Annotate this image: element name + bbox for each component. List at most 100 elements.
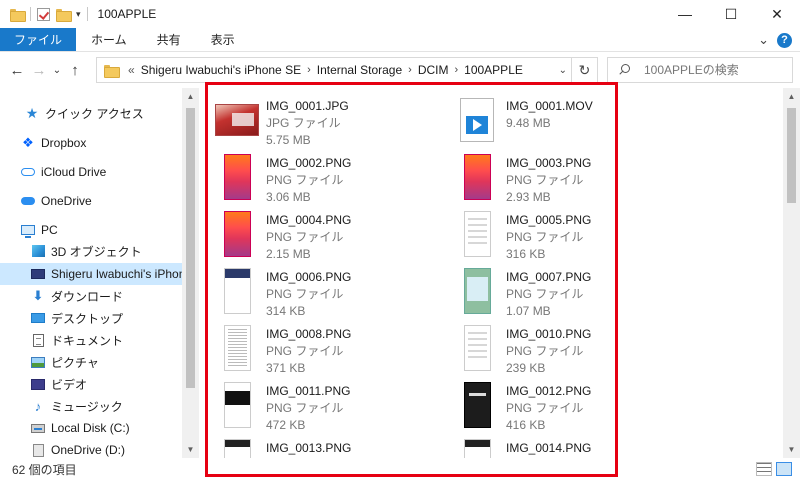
file-item[interactable]: IMG_0002.PNG PNG ファイル 3.06 MB <box>200 149 430 205</box>
file-item[interactable]: IMG_0014.PNG PNGファイル <box>440 434 670 458</box>
breadcrumb-separator[interactable]: › <box>454 64 458 76</box>
tab-view[interactable]: 表示 <box>196 28 250 51</box>
scrollbar-thumb[interactable] <box>186 108 195 388</box>
file-list: IMG_0001.JPG JPG ファイル 5.75 MB IMG_0001.M… <box>200 88 783 458</box>
scroll-down-arrow-icon[interactable]: ▼ <box>182 441 199 458</box>
back-button[interactable]: ← <box>6 62 28 79</box>
close-button[interactable]: ✕ <box>754 0 800 28</box>
file-type: PNG ファイル <box>506 173 584 187</box>
customize-toolbar-icon[interactable]: ▾ <box>76 9 81 20</box>
sidebar-item-documents[interactable]: ドキュメント <box>0 329 182 351</box>
forward-button[interactable]: → <box>28 62 50 79</box>
new-folder-icon[interactable] <box>56 8 72 22</box>
recent-locations-button[interactable]: ⌄ <box>50 65 64 76</box>
address-bar[interactable]: « Shigeru Iwabuchi's iPhone SE › Interna… <box>96 57 598 83</box>
file-type: PNG ファイル <box>266 230 344 244</box>
tab-file[interactable]: ファイル <box>0 28 77 51</box>
desktop-icon <box>30 311 46 325</box>
file-size: 3.06 MB <box>266 190 311 204</box>
up-button[interactable]: ↑ <box>64 62 86 79</box>
file-size: 371 KB <box>266 361 306 375</box>
sidebar-item-onedrive[interactable]: OneDrive <box>0 190 182 212</box>
file-type: JPG ファイル <box>266 116 341 130</box>
navigation-pane: ★ クイック アクセス ❖ Dropbox iCloud Drive OneDr… <box>0 88 182 458</box>
breadcrumb-separator[interactable]: › <box>307 64 311 76</box>
sidebar-item-videos[interactable]: ビデオ <box>0 373 182 395</box>
toolbar-separator <box>30 7 31 21</box>
file-name: IMG_0002.PNG <box>266 156 352 170</box>
sidebar-item-icloud-drive[interactable]: iCloud Drive <box>0 161 182 183</box>
onedrive-icon <box>20 194 36 208</box>
sidebar-item-pictures[interactable]: ピクチャ <box>0 351 182 373</box>
content-scrollbar[interactable]: ▲ ▼ <box>783 88 800 458</box>
file-type: PNG ファイル <box>266 173 344 187</box>
dropbox-icon: ❖ <box>22 135 34 150</box>
image-thumbnail <box>463 154 491 200</box>
music-icon: ♪ <box>34 398 42 414</box>
tiles-view-icon[interactable] <box>776 462 792 476</box>
expand-ribbon-icon[interactable]: ⌄ <box>758 32 769 48</box>
scroll-up-arrow-icon[interactable]: ▲ <box>783 88 800 105</box>
video-file-icon <box>460 98 494 142</box>
address-dropdown-button[interactable]: ⌄ <box>559 58 567 82</box>
file-item[interactable]: IMG_0012.PNG PNG ファイル 416 KB <box>440 377 670 433</box>
folder-icon <box>104 64 120 78</box>
sidebar-item-desktop[interactable]: デスクトップ <box>0 307 182 329</box>
search-box[interactable] <box>607 57 793 83</box>
sidebar-item-3d-objects[interactable]: 3D オブジェクト <box>0 240 182 262</box>
sidebar-item-label: 3D オブジェクト <box>51 244 142 259</box>
sidebar-item-quick-access[interactable]: ★ クイック アクセス <box>0 102 182 124</box>
sidebar-item-downloads[interactable]: ⬇ ダウンロード <box>0 285 182 307</box>
quick-access-toolbar: ▾ <box>0 0 88 28</box>
sidebar-item-onedrive-d[interactable]: OneDrive (D:) <box>0 439 182 458</box>
breadcrumb-100apple[interactable]: 100APPLE <box>464 63 523 77</box>
window-controls: — ☐ ✕ <box>662 0 800 28</box>
breadcrumb-separator[interactable]: › <box>408 64 412 76</box>
icloud-icon <box>20 165 36 179</box>
file-item[interactable]: IMG_0004.PNG PNG ファイル 2.15 MB <box>200 206 430 262</box>
breadcrumb-internal-storage[interactable]: Internal Storage <box>317 63 402 77</box>
file-item[interactable]: IMG_0011.PNG PNG ファイル 472 KB <box>200 377 430 433</box>
tab-share[interactable]: 共有 <box>142 28 196 51</box>
file-item[interactable]: IMG_0003.PNG PNG ファイル 2.93 MB <box>440 149 670 205</box>
sidebar-item-pc[interactable]: PC <box>0 219 182 241</box>
refresh-button[interactable]: ↻ <box>571 58 597 82</box>
breadcrumb-overflow[interactable]: « <box>128 63 135 77</box>
sidebar-item-label: Shigeru Iwabuchi's iPhone SE <box>51 267 182 281</box>
file-item[interactable]: IMG_0007.PNG PNG ファイル 1.07 MB <box>440 263 670 319</box>
iphone-icon <box>30 267 46 281</box>
view-switcher <box>756 462 792 476</box>
tab-home[interactable]: ホーム <box>76 28 142 51</box>
sidebar-item-iphone[interactable]: Shigeru Iwabuchi's iPhone SE <box>0 263 182 285</box>
scroll-down-arrow-icon[interactable]: ▼ <box>783 441 800 458</box>
file-type: PNG ファイル <box>506 230 584 244</box>
breadcrumb-dcim[interactable]: DCIM <box>418 63 449 77</box>
navigation-scrollbar[interactable]: ▲ ▼ <box>182 88 199 458</box>
properties-icon[interactable] <box>37 7 50 21</box>
breadcrumb-iphone[interactable]: Shigeru Iwabuchi's iPhone SE <box>141 63 301 77</box>
sidebar-item-local-disk[interactable]: Local Disk (C:) <box>0 417 182 439</box>
help-icon[interactable]: ? <box>777 32 792 48</box>
file-name: IMG_0004.PNG <box>266 213 352 227</box>
file-item[interactable]: IMG_0001.JPG JPG ファイル 5.75 MB <box>200 92 430 148</box>
file-item[interactable]: IMG_0006.PNG PNG ファイル 314 KB <box>200 263 430 319</box>
file-item[interactable]: IMG_0013.PNG PNGファイル <box>200 434 430 458</box>
title-bar: ▾ 100APPLE — ☐ ✕ <box>0 0 800 28</box>
file-name: IMG_0008.PNG <box>266 327 352 341</box>
file-item[interactable]: IMG_0001.MOV 9.48 MB <box>440 92 670 148</box>
file-name: IMG_0013.PNG <box>266 441 352 455</box>
sidebar-item-music[interactable]: ♪ ミュージック <box>0 395 182 417</box>
scrollbar-thumb[interactable] <box>787 108 796 203</box>
maximize-button[interactable]: ☐ <box>708 0 754 28</box>
ribbon-right: ⌄ ? <box>758 28 792 52</box>
details-view-icon[interactable] <box>756 462 772 476</box>
file-item[interactable]: IMG_0005.PNG PNG ファイル 316 KB <box>440 206 670 262</box>
file-item[interactable]: IMG_0010.PNG PNG ファイル 239 KB <box>440 320 670 376</box>
minimize-button[interactable]: — <box>662 0 708 28</box>
sidebar-item-dropbox[interactable]: ❖ Dropbox <box>0 132 182 154</box>
scroll-up-arrow-icon[interactable]: ▲ <box>182 88 199 105</box>
search-input[interactable] <box>644 63 784 77</box>
file-name: IMG_0003.PNG <box>506 156 592 170</box>
file-item[interactable]: IMG_0008.PNG PNG ファイル 371 KB <box>200 320 430 376</box>
sidebar-item-label: デスクトップ <box>51 311 124 326</box>
